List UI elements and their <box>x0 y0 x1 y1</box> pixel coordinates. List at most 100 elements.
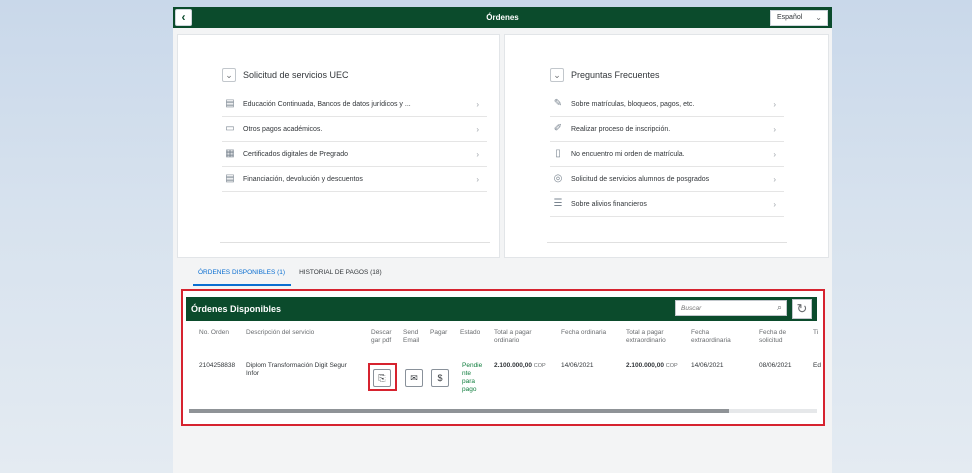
search-icon[interactable]: ⌕ <box>777 302 782 313</box>
status-line: nte <box>462 370 472 377</box>
cell-tipo: Ed <box>813 362 821 369</box>
column-header: Send Email <box>403 329 419 345</box>
tab-ordenes-disponibles[interactable]: ÓRDENES DISPONIBLES (1) <box>198 269 285 282</box>
list-item-label: Educación Continuada, Bancos de datos ju… <box>243 100 411 108</box>
amount: 2.100.000,00 <box>626 362 664 369</box>
column-header-line: Send <box>403 329 419 336</box>
cell-fecha-ordinaria: 14/06/2021 <box>561 362 594 369</box>
list-item[interactable]: ▦ Certificados digitales de Pregrado › <box>222 142 487 167</box>
chevron-right-icon: › <box>773 175 776 184</box>
tab-historial-pagos[interactable]: HISTORIAL DE PAGOS (18) <box>299 269 382 282</box>
horizontal-scrollbar[interactable] <box>189 409 817 413</box>
column-header-line: extraordinaria <box>691 337 731 344</box>
cell-descripcion: Diplom Transformación Digit Segur Infor <box>246 362 347 378</box>
cell-line: Diplom Transformación Digit Segur <box>246 362 347 369</box>
column-header: No. Orden <box>199 329 229 336</box>
currency: COP <box>665 363 678 369</box>
chevron-down-icon: ⌄ <box>222 68 236 82</box>
column-header: Ti <box>813 329 819 336</box>
list-item[interactable]: ▤ Financiación, devolución y descuentos … <box>222 167 487 192</box>
services-panel-header[interactable]: ⌄ Solicitud de servicios UEC <box>222 68 349 82</box>
services-list: ▤ Educación Continuada, Bancos de datos … <box>222 92 487 192</box>
pay-button[interactable]: $ <box>431 369 449 387</box>
download-pdf-button[interactable]: ⎘ <box>373 369 391 387</box>
column-header: Fecha de solicitud <box>759 329 786 345</box>
list-item[interactable]: ✐ Realizar proceso de inscripción. › <box>550 117 784 142</box>
column-header-line: solicitud <box>759 337 783 344</box>
column-header: Descar gar pdf <box>371 329 392 345</box>
top-bar: ‹ Órdenes Español ⌄ <box>173 7 832 28</box>
cell-fecha-extra: 14/06/2021 <box>691 362 724 369</box>
search-input[interactable] <box>676 301 762 315</box>
refresh-icon: ↻ <box>796 301 808 316</box>
scrollbar-thumb[interactable] <box>189 409 730 413</box>
page-title: Órdenes <box>486 13 519 22</box>
tab-bar: ÓRDENES DISPONIBLES (1) HISTORIAL DE PAG… <box>198 269 396 282</box>
dollar-icon: $ <box>437 373 443 383</box>
cell-no-orden: 2104258838 <box>199 362 236 369</box>
list-item-label: Sobre matrículas, bloqueos, pagos, etc. <box>571 100 695 108</box>
column-header: Total a pagar extraordinario <box>626 329 666 345</box>
list-item-label: Solicitud de servicios alumnos de posgra… <box>571 175 710 183</box>
list-item[interactable]: ▤ Educación Continuada, Bancos de datos … <box>222 92 487 117</box>
cell-fecha-solicitud: 08/06/2021 <box>759 362 792 369</box>
services-panel-title: Solicitud de servicios UEC <box>243 70 349 80</box>
chevron-down-icon: ⌄ <box>815 13 822 22</box>
services-panel: ⌄ Solicitud de servicios UEC ▤ Educación… <box>177 34 500 258</box>
list-item-label: Certificados digitales de Pregrado <box>243 150 349 158</box>
list-item-label: Sobre alivios financieros <box>571 200 647 208</box>
list-icon: ☰ <box>553 198 563 209</box>
chat-icon: ✎ <box>553 98 563 109</box>
language-select[interactable]: Español ⌄ <box>770 10 828 26</box>
list-item-label: Otros pagos académicos. <box>243 125 323 133</box>
list-item-label: Financiación, devolución y descuentos <box>243 175 363 183</box>
app-shell: ‹ Órdenes Español ⌄ ⌄ Solicitud de servi… <box>173 7 832 473</box>
document-icon: ▤ <box>225 98 235 109</box>
email-icon: ✉ <box>410 373 418 383</box>
column-header-line: Total a pagar <box>626 329 664 336</box>
faq-panel-title: Preguntas Frecuentes <box>571 70 660 80</box>
column-header-line: Fecha <box>691 329 710 336</box>
list-item[interactable]: ◎ Solicitud de servicios alumnos de posg… <box>550 167 784 192</box>
currency: COP <box>533 363 546 369</box>
faq-list: ✎ Sobre matrículas, bloqueos, pagos, etc… <box>550 92 784 217</box>
column-header: Total a pagar ordinario <box>494 329 532 345</box>
edit-icon: ✐ <box>553 123 563 134</box>
pdf-icon: ⎘ <box>378 373 386 383</box>
amount: 2.100.000,00 <box>494 362 532 369</box>
faq-panel: ⌄ Preguntas Frecuentes ✎ Sobre matrícula… <box>504 34 829 258</box>
column-header: Descripción del servicio <box>246 329 315 336</box>
list-item-label: No encuentro mi orden de matrícula. <box>571 150 685 158</box>
column-header-line: Fecha de <box>759 329 787 336</box>
chevron-right-icon: › <box>476 175 479 184</box>
document-icon: ▯ <box>555 148 561 159</box>
service-icon: ◎ <box>553 173 563 184</box>
orders-title: Órdenes Disponibles <box>191 304 282 314</box>
orders-header: Órdenes Disponibles ⌕ ↻ <box>186 297 817 321</box>
search-field[interactable]: ⌕ <box>675 300 787 316</box>
chevron-right-icon: › <box>476 125 479 134</box>
status-line: pago <box>462 386 477 393</box>
column-header-line: Total a pagar <box>494 329 532 336</box>
send-email-button[interactable]: ✉ <box>405 369 423 387</box>
language-value: Español <box>777 14 803 21</box>
cell-total-extra: 2.100.000,00 COP <box>626 362 678 370</box>
refresh-button[interactable]: ↻ <box>792 299 812 319</box>
status-line: Pendie <box>462 362 483 369</box>
payment-icon: ▭ <box>225 123 235 134</box>
list-item[interactable]: ☰ Sobre alivios financieros › <box>550 192 784 217</box>
list-item-label: Realizar proceso de inscripción. <box>571 125 671 133</box>
active-tab-indicator <box>193 284 291 286</box>
column-header: Fecha extraordinaria <box>691 329 731 345</box>
column-header-line: gar pdf <box>371 337 392 344</box>
chevron-right-icon: › <box>476 100 479 109</box>
list-item[interactable]: ▭ Otros pagos académicos. › <box>222 117 487 142</box>
list-item[interactable]: ▯ No encuentro mi orden de matrícula. › <box>550 142 784 167</box>
cell-line: Infor <box>246 370 260 377</box>
list-item[interactable]: ✎ Sobre matrículas, bloqueos, pagos, etc… <box>550 92 784 117</box>
column-header-line: Email <box>403 337 420 344</box>
chevron-right-icon: › <box>773 125 776 134</box>
cell-total-ordinario: 2.100.000,00 COP <box>494 362 546 370</box>
status-line: para <box>462 378 476 385</box>
faq-panel-header[interactable]: ⌄ Preguntas Frecuentes <box>550 68 660 82</box>
